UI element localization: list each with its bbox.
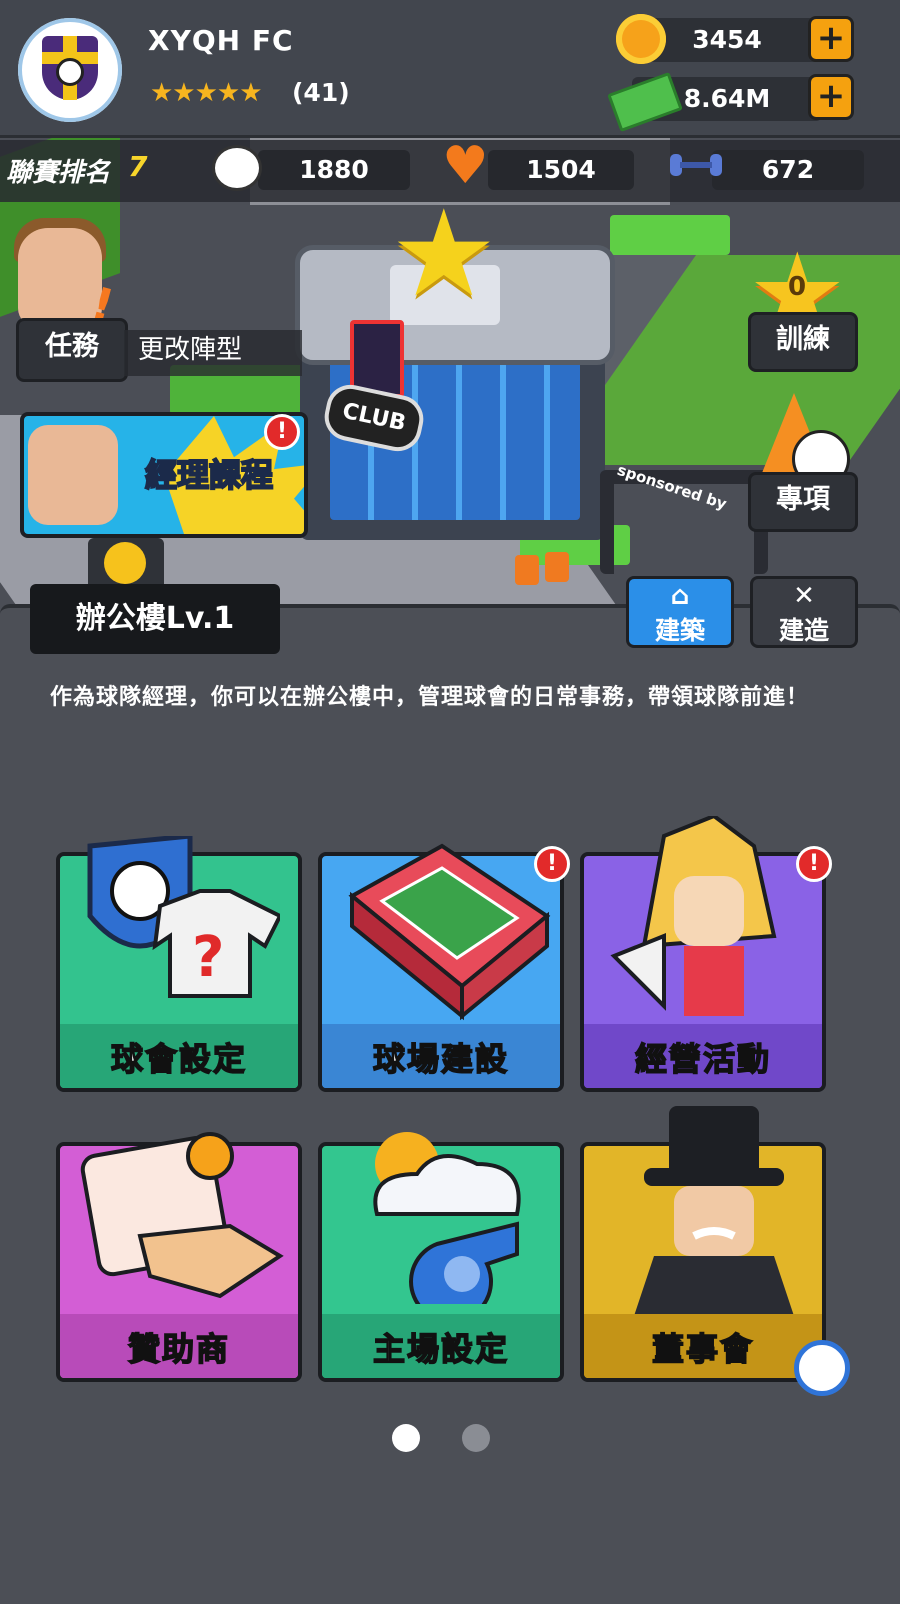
board-label: 董事會: [651, 1329, 754, 1369]
tab-buildings[interactable]: ⌂ 建築: [626, 576, 734, 648]
club-settings-label: 球會設定: [110, 1039, 247, 1079]
stopwatch-icon[interactable]: [794, 1340, 850, 1396]
panel-description: 作為球隊經理，你可以在辦公樓中，管理球會的日常事務，帶領球隊前進！: [50, 685, 810, 710]
league-rank-value: 7: [128, 150, 148, 183]
sponsor-card[interactable]: 贊助商: [56, 1132, 302, 1382]
training-count: 0: [788, 272, 807, 302]
board-card[interactable]: 董事會: [580, 1106, 826, 1382]
hearts-value: 1504: [526, 155, 596, 184]
hedge: [610, 215, 730, 255]
alert-badge: !: [264, 414, 300, 450]
star-statue-icon: ★: [390, 185, 498, 324]
heart-icon: ♥: [442, 136, 489, 196]
page-dot[interactable]: [462, 1424, 490, 1452]
tab-construct[interactable]: ✕ 建造: [750, 576, 858, 648]
manager-portrait: [28, 425, 118, 525]
manager-course-label: 經理課程: [144, 455, 274, 495]
team-name: XYQH FC: [148, 24, 294, 57]
tab-construct-label: 建造: [778, 616, 829, 645]
business-activity-label: 經營活動: [634, 1039, 771, 1079]
sponsor-label: 贊助商: [127, 1329, 230, 1369]
home-settings-card[interactable]: 主場設定: [318, 1132, 564, 1382]
board-chairman-icon: [634, 1106, 794, 1316]
alert-badge: !: [796, 846, 832, 882]
weather-whistle-icon: [373, 1132, 521, 1304]
house-icon: ⌂: [670, 581, 690, 611]
coin-icon: [616, 14, 666, 64]
page-dot-active[interactable]: [392, 1424, 420, 1452]
training-button[interactable]: 訓練: [748, 312, 858, 372]
svg-text:?: ?: [192, 925, 224, 990]
rating-count: (41): [292, 78, 350, 107]
special-training-button[interactable]: 專項: [748, 472, 858, 532]
strength-counter[interactable]: 672: [712, 150, 864, 190]
stadium-build-card[interactable]: 球場建設: [318, 843, 564, 1092]
mission-button[interactable]: 任務: [16, 318, 128, 382]
chair-icon: [545, 552, 569, 582]
hearts-counter[interactable]: 1504: [488, 150, 634, 190]
smiley-icon: [104, 542, 146, 584]
fans-counter[interactable]: 1880: [258, 150, 410, 190]
business-activity-card[interactable]: 經營活動: [580, 816, 826, 1092]
fan-icon: [212, 145, 262, 191]
mission-label: 任務: [45, 331, 99, 362]
league-rank-label: 聯賽排名: [6, 158, 111, 188]
star-rating: ★★★★★: [150, 78, 263, 108]
tab-buildings-label: 建築: [654, 616, 705, 645]
dumbbell-icon: [670, 154, 722, 176]
change-formation-button[interactable]: 更改陣型: [124, 330, 302, 376]
tools-icon: ✕: [793, 581, 815, 611]
strength-value: 672: [761, 155, 815, 184]
club-settings-card[interactable]: ? 球會設定: [56, 836, 302, 1092]
contract-handshake-icon: [80, 1132, 284, 1299]
soccer-ball-icon: [56, 58, 84, 86]
stadium-icon: [348, 843, 551, 1021]
shield-shirt-icon: ?: [87, 836, 280, 998]
chair-icon: [515, 555, 539, 585]
training-label: 訓練: [776, 324, 830, 355]
special-label: 專項: [776, 484, 830, 515]
add-coins-button[interactable]: +: [808, 16, 854, 62]
alert-badge: !: [534, 846, 570, 882]
stadium-build-label: 球場建設: [372, 1039, 509, 1079]
panel-title: 辦公樓Lv.1: [30, 584, 280, 654]
building-panel: [0, 604, 900, 1604]
fans-value: 1880: [299, 155, 369, 184]
girl-megaphone-icon: [610, 816, 777, 1016]
add-cash-button[interactable]: +: [808, 74, 854, 120]
home-settings-label: 主場設定: [372, 1329, 509, 1369]
